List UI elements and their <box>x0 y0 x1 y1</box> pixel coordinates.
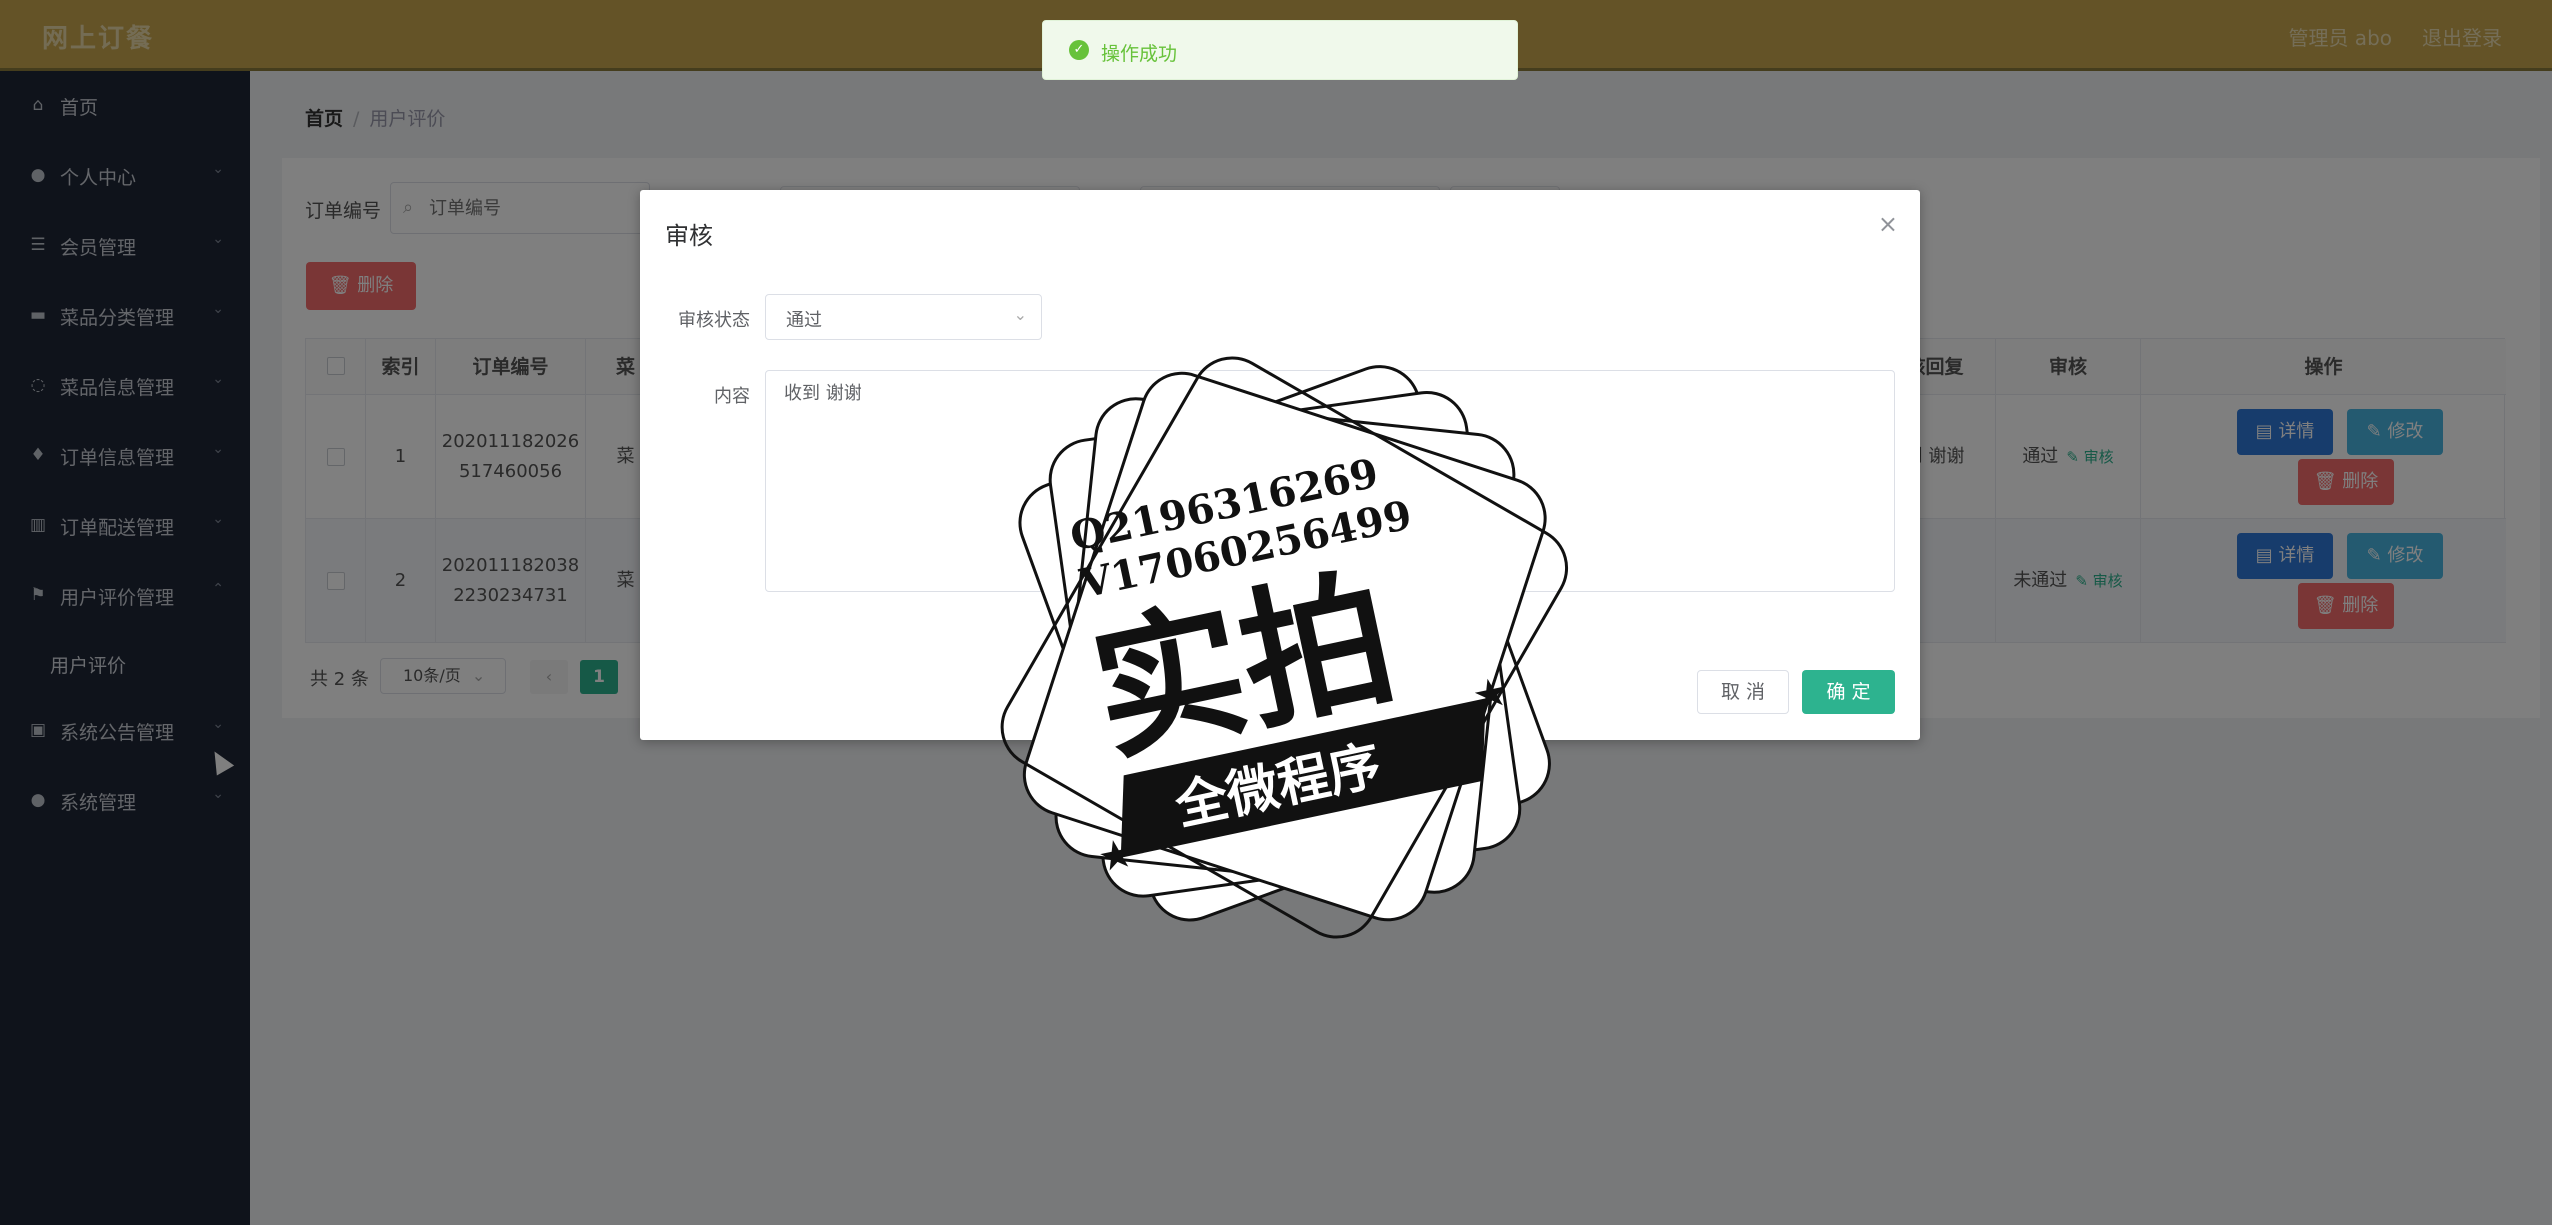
chevron-down-icon: ⌄ <box>1013 305 1027 324</box>
check-circle-icon: ✓ <box>1069 40 1089 60</box>
status-select-value: 通过 <box>786 310 822 331</box>
status-label: 审核状态 <box>678 310 750 331</box>
success-toast: ✓ 操作成功 <box>1042 20 1518 80</box>
toast-message: 操作成功 <box>1101 43 1178 65</box>
status-select[interactable]: 通过 ⌄ <box>765 294 1042 340</box>
watermark-stamp: Q2196316269 V17060256499 实拍 全微程序 ★ ★ <box>1000 356 1569 939</box>
close-icon[interactable]: × <box>1878 210 1898 238</box>
confirm-button[interactable]: 确 定 <box>1802 670 1895 714</box>
dialog-title: 审核 <box>665 222 713 250</box>
content-label: 内容 <box>714 386 750 407</box>
cancel-button[interactable]: 取 消 <box>1697 670 1789 714</box>
